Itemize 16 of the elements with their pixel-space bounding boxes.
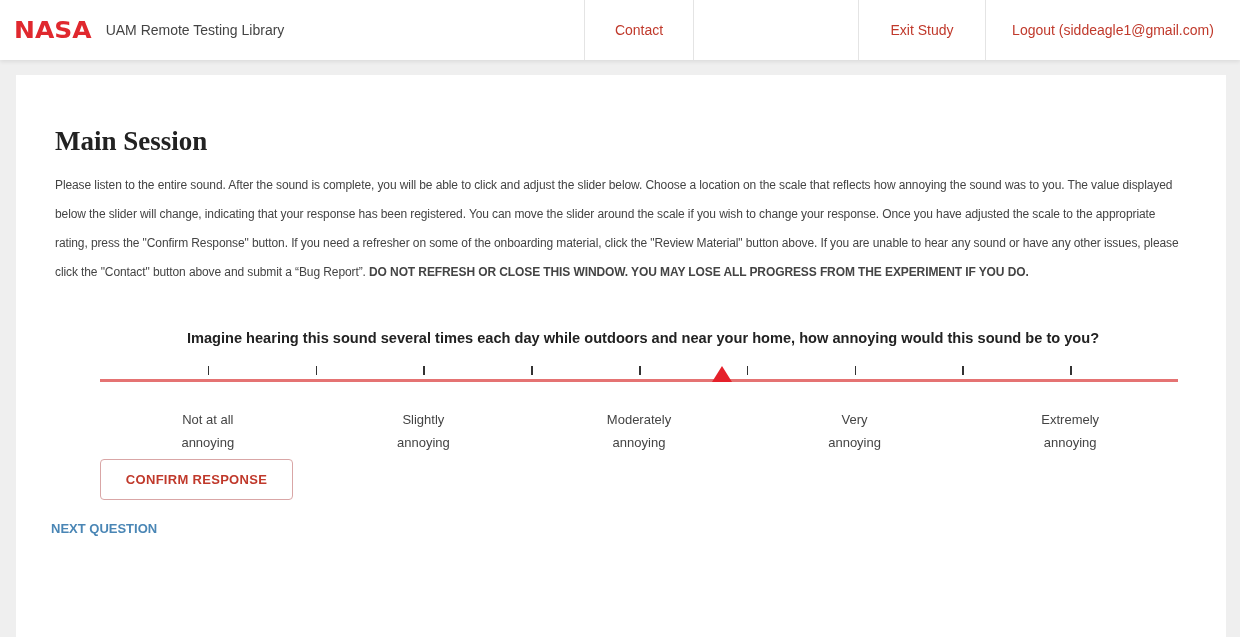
confirm-response-button[interactable]: CONFIRM RESPONSE: [100, 459, 293, 500]
instructions-text: Please listen to the entire sound. After the sound is complete, you will be able to click and adjust the slider below. Choose a location on the scale that reflects how annoying the sound was to you. The value displayed below the slider will change, indicating that your response has been registered. You can move the slider around the scale if you wish to change your response. Once you have adjusted the scale to the appropriate rating, press the "Confirm Response" button. If you need a refresher on some of the onboarding material, click the "Review Material" button above. If you are unable to hear any sound or have any other issues, please click the "Contact" button above and submit a “Bug Report”. DO NOT REFRESH OR CLOSE THIS WINDOW. YOU MAY LOSE ALL PROGRESS FROM THE EXPERIMENT IF YOU DO.: [55, 177, 1180, 281]
question-text: Imagine hearing this sound several times each day while outdoors and near your home, how annoying would this sound be to you?: [185, 330, 1101, 346]
scale-label: Moderately annoying: [606, 411, 672, 452]
nav-link[interactable]: Contact: [584, 0, 694, 60]
scale-label: Slightly annoying: [397, 411, 450, 452]
scale-label: Extremely annoying: [1041, 411, 1100, 452]
next-question-link[interactable]: NEXT QUESTION: [51, 521, 158, 536]
nav-link[interactable]: Logout (siddeagle1@gmail.com): [985, 0, 1240, 60]
scale-label: Very annoying: [828, 411, 881, 452]
site-title: UAM Remote Testing Library: [105, 22, 285, 38]
slider-thumb[interactable]: [712, 366, 732, 382]
nasa-logo[interactable]: NASA: [14, 16, 92, 44]
page-heading: Main Session: [55, 126, 209, 157]
nav-link[interactable]: Exit Study: [858, 0, 985, 60]
scale-label: Not at all annoying: [181, 411, 235, 452]
